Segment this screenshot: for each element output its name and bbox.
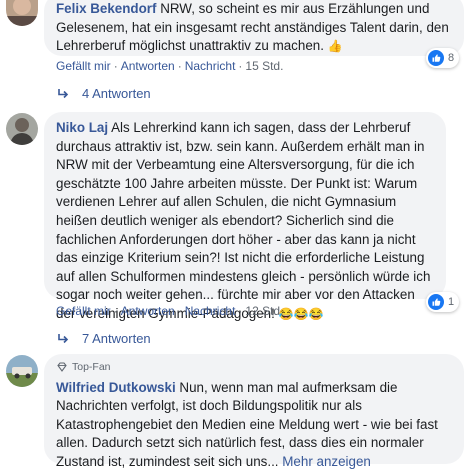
laughing-emoji: 😂😂😂 [278, 306, 324, 321]
comment-text: Als Lehrerkind kann ich sagen, dass der … [56, 120, 431, 321]
replies-count-label: 7 Antworten [82, 331, 151, 346]
author-name[interactable]: Felix Bekendorf [56, 1, 156, 16]
message-link[interactable]: Nachricht [185, 304, 236, 318]
like-icon [428, 294, 444, 310]
thumbs-up-emoji: 👍 [327, 39, 343, 54]
separator-dot: · [177, 59, 182, 73]
view-replies-link[interactable]: 4 Antworten [56, 86, 151, 101]
top-fan-badge: Top-Fan [56, 358, 452, 377]
comment-bubble: Top-Fan Wilfried Dutkowski Nun, wenn man… [44, 354, 464, 469]
author-name[interactable]: Wilfried Dutkowski [56, 380, 176, 395]
like-count: 1 [448, 296, 455, 308]
comment-actions: Gefällt mir · Antworten · Nachricht · 12 Std. [56, 304, 283, 318]
like-icon [428, 50, 444, 66]
comment-bubble: Niko Laj Als Lehrerkind kann ich sagen, … [44, 112, 446, 321]
reaction-count[interactable]: 8 [426, 48, 460, 68]
badge-label: Top-Fan [72, 361, 111, 373]
show-more-link[interactable]: Mehr anzeigen [282, 454, 371, 469]
separator-dot: · [113, 59, 118, 73]
reaction-count[interactable]: 1 [426, 292, 460, 312]
message-link[interactable]: Nachricht [185, 59, 236, 73]
separator-dot: · [238, 304, 243, 318]
like-link[interactable]: Gefällt mir [56, 59, 111, 73]
like-count: 8 [448, 52, 455, 64]
separator-dot: · [177, 304, 182, 318]
view-replies-link[interactable]: 7 Antworten [56, 331, 151, 346]
timestamp[interactable]: 15 Std. [245, 59, 283, 73]
timestamp[interactable]: 12 Std. [245, 304, 283, 318]
avatar[interactable] [6, 113, 38, 145]
avatar[interactable] [6, 355, 38, 387]
author-name[interactable]: Niko Laj [56, 120, 108, 135]
reply-arrow-icon [58, 88, 69, 98]
separator-dot: · [238, 59, 243, 73]
reply-arrow-icon [58, 333, 69, 343]
reply-link[interactable]: Antworten [121, 59, 175, 73]
diamond-icon [57, 362, 67, 373]
replies-count-label: 4 Antworten [82, 86, 151, 101]
like-link[interactable]: Gefällt mir [56, 304, 111, 318]
comment-actions: Gefällt mir · Antworten · Nachricht · 15 Std. [56, 59, 283, 73]
reply-link[interactable]: Antworten [121, 304, 175, 318]
comment-bubble: Felix Bekendorf NRW, so scheint es mir a… [44, 0, 464, 56]
separator-dot: · [113, 304, 118, 318]
avatar[interactable] [6, 0, 38, 26]
